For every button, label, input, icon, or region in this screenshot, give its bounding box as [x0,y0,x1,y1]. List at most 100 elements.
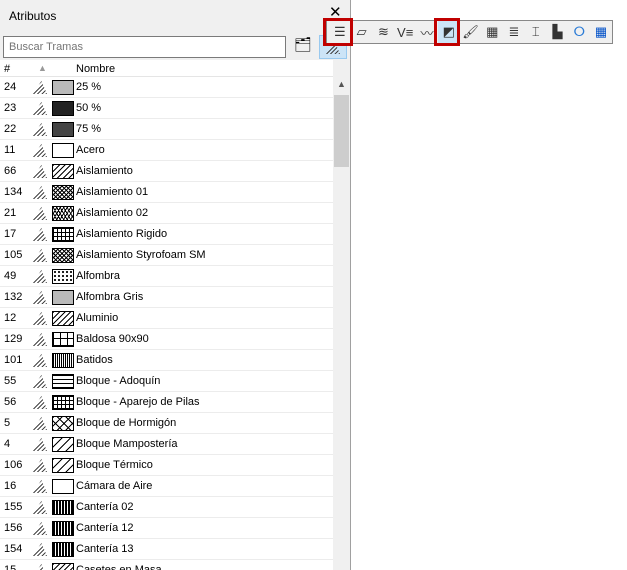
fill-type-icon [33,165,47,178]
list-item[interactable]: 11 Acero [0,140,333,161]
pattern-swatch [52,248,74,263]
brush-icon[interactable]: 🖌 [460,21,482,43]
list-item[interactable]: 56 Bloque - Aparejo de Pilas [0,392,333,413]
list-item[interactable]: 105 Aislamiento Styrofoam SM [0,245,333,266]
fill-number: 4 [4,438,11,450]
scroll-thumb[interactable] [334,95,349,167]
fill-name: 50 % [76,102,102,114]
fill-name: Alfombra Gris [76,291,144,303]
fill-name: Bloque Mampostería [76,438,178,450]
profile-icon[interactable]: ⌶ [525,21,547,43]
pattern-swatch [52,353,74,368]
fill-number: 56 [4,396,17,408]
list-item[interactable]: 101 Batidos [0,350,333,371]
list-item[interactable]: 12 Aluminio [0,308,333,329]
list-item[interactable]: 24 25 % [0,77,333,98]
sort-arrow-icon[interactable]: ▲ [38,63,47,73]
pattern-swatch [52,143,74,158]
pattern-swatch [52,542,74,557]
list-item[interactable]: 155 Cantería 02 [0,497,333,518]
fill-type-icon [33,207,47,220]
link-icon[interactable]: ⵔ [568,21,590,43]
list-item[interactable]: 134 Aislamiento 01 [0,182,333,203]
fill-number: 22 [4,123,17,135]
list-item[interactable]: 49 Alfombra [0,266,333,287]
surface-icon[interactable]: ▙ [547,21,569,43]
list-item[interactable]: 154 Cantería 13 [0,539,333,560]
list-item[interactable]: 106 Bloque Térmico [0,455,333,476]
fill-type-icon [33,270,47,283]
list-item[interactable]: 17 Aislamiento Rigido [0,224,333,245]
attributes-panel: Atributos ✕ 🗂 # ▲ Nombre 24 25 %23 50 %2… [0,0,351,570]
column-name[interactable]: Nombre [76,63,115,75]
slab-icon[interactable]: ▱ [351,21,373,43]
folder-list-icon[interactable]: 🗂 [292,36,314,58]
list-item[interactable]: 4 Bloque Mampostería [0,434,333,455]
fill-name: 75 % [76,123,102,135]
pattern-swatch [52,332,74,347]
fill-name: Aislamiento Styrofoam SM [76,249,206,261]
fill-type-icon [33,102,47,115]
list-item[interactable]: 55 Bloque - Adoquín [0,371,333,392]
stair-icon[interactable]: ≋ [373,21,395,43]
list-item[interactable]: 66 Aislamiento [0,161,333,182]
scroll-up-icon[interactable]: ▲ [337,79,346,89]
fill-type-icon [33,81,47,94]
fill-number: 49 [4,270,17,282]
column-number[interactable]: # [4,63,10,75]
fill-number: 105 [4,249,23,261]
fill-type-icon [33,375,47,388]
fill-type-icon [33,480,47,493]
grid-icon[interactable]: ▦ [590,21,612,43]
fill-name: Bloque Térmico [76,459,153,471]
list-item[interactable]: 23 50 % [0,98,333,119]
pattern-swatch [52,122,74,137]
fill-name: Aislamiento Rigido [76,228,168,240]
fill-type-icon [33,333,47,346]
list-item[interactable]: 15 Casetes en Masa [0,560,333,570]
brick-icon[interactable]: ▦ [481,21,503,43]
fill-number: 16 [4,480,17,492]
fill-number: 101 [4,354,23,366]
fill-type-icon [33,228,47,241]
list-item[interactable]: 22 75 % [0,119,333,140]
pattern-swatch [52,395,74,410]
pattern-swatch [52,101,74,116]
fill-number: 24 [4,81,17,93]
list-item[interactable]: 5 Bloque de Hormigón [0,413,333,434]
fill-name: Aislamiento [76,165,133,177]
pattern-swatch [52,458,74,473]
search-input[interactable] [3,36,286,58]
fill-type-icon [33,396,47,409]
pattern-swatch [52,164,74,179]
pattern-swatch [52,479,74,494]
fill-number: 106 [4,459,23,471]
fill-number: 5 [4,417,11,429]
layers-icon[interactable]: ≣ [503,21,525,43]
fill-type-icon [33,417,47,430]
text-label-icon[interactable]: V≡ [394,21,416,43]
pattern-swatch [52,563,74,570]
fill-number: 134 [4,186,23,198]
list-item[interactable]: 129 Baldosa 90x90 [0,329,333,350]
fill-name: Bloque de Hormigón [76,417,177,429]
fill-type-icon [33,123,47,136]
pattern-swatch [52,269,74,284]
fill-type-icon [33,501,47,514]
pattern-swatch [52,500,74,515]
list-item[interactable]: 156 Cantería 12 [0,518,333,539]
list-item[interactable]: 21 Aislamiento 02 [0,203,333,224]
fill-number: 129 [4,333,23,345]
pattern-swatch [52,185,74,200]
scrollbar[interactable]: ▲ [333,77,350,570]
fill-name: Batidos [76,354,113,366]
fill-name: Bloque - Aparejo de Pilas [76,396,200,408]
fill-number: 55 [4,375,17,387]
list-item[interactable]: 16 Cámara de Aire [0,476,333,497]
fill-name: Cantería 13 [76,543,134,555]
list-item[interactable]: 132 Alfombra Gris [0,287,333,308]
fill-name: Cámara de Aire [76,480,153,492]
highlight-box [434,18,460,46]
fill-name: Cantería 12 [76,522,134,534]
attribute-toolbar: ☰ ▱ ≋ V≡ 〰 ◩ 🖌 ▦ ≣ ⌶ ▙ ⵔ ▦ [326,20,613,44]
